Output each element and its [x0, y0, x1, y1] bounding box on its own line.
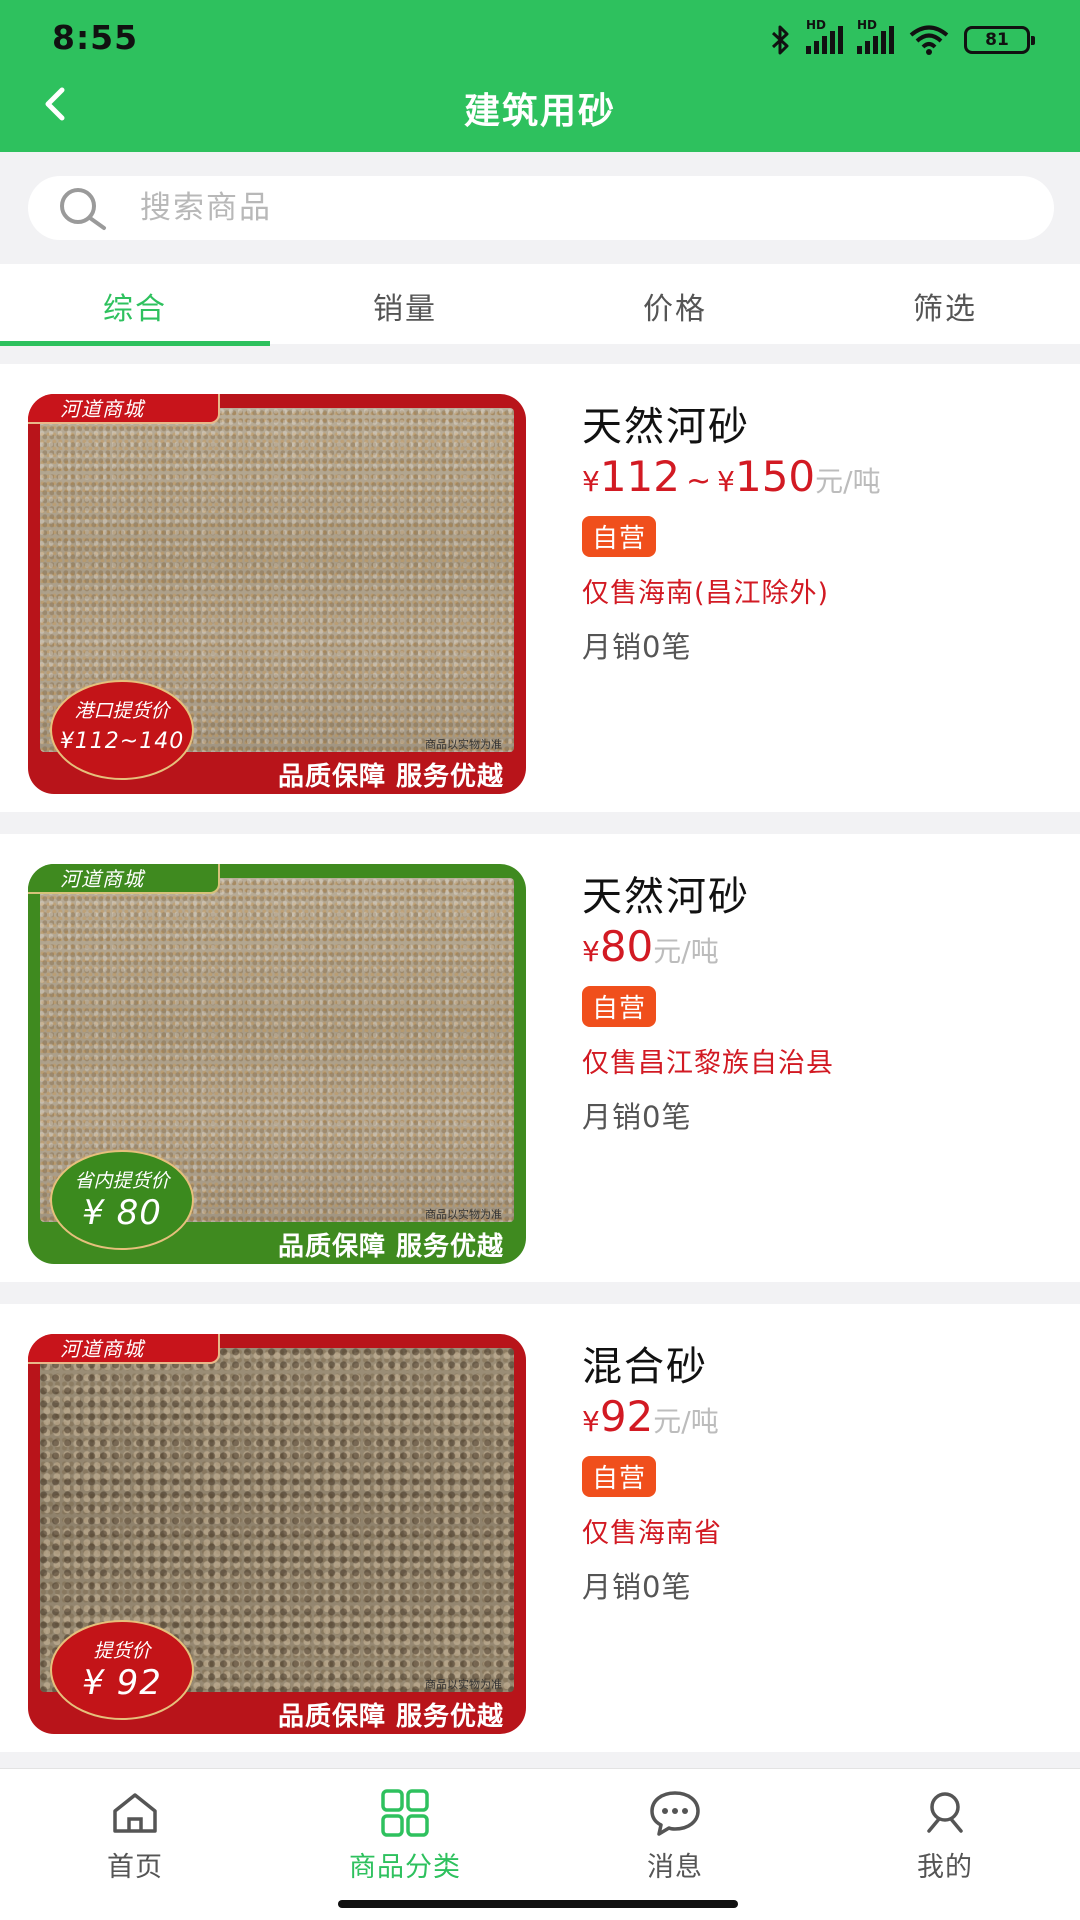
product-price: ¥80元/吨 [582, 922, 1052, 982]
image-slogan: 品质保障 服务优越 [277, 1232, 504, 1262]
sales-region: 仅售海南省 [582, 1518, 722, 1549]
nav-item-home[interactable]: 首页 [0, 1769, 270, 1920]
currency-symbol: ¥ [582, 465, 600, 498]
bluetooth-icon [771, 25, 789, 55]
image-note: 商品以实物为准 [425, 1678, 502, 1691]
tab-filter[interactable]: 筛选 [810, 264, 1080, 344]
hd-label: HD [806, 18, 827, 32]
tab-comprehensive[interactable]: 综合 [0, 264, 270, 346]
product-info: 混合砂 ¥92元/吨 自营 仅售海南省 月销0笔 [582, 1334, 1052, 1606]
badge-value: ¥ 80 [82, 1193, 162, 1233]
status-time: 8:55 [52, 18, 139, 57]
category-grid-icon [381, 1789, 429, 1837]
price-separator: ~ [686, 464, 712, 499]
product-price: ¥112 ~ ¥150元/吨 [582, 452, 1052, 512]
badge-label: 省内提货价 [74, 1170, 170, 1192]
image-slogan: 品质保障 服务优越 [277, 1702, 504, 1732]
search-input[interactable] [140, 176, 1020, 240]
battery-icon: 81 [964, 26, 1035, 54]
price-unit: 元/吨 [653, 1405, 719, 1438]
image-price-badge: 港口提货价 ¥112~140 [50, 680, 194, 780]
app-header: 8:55 HD HD 81 建筑用砂 [0, 0, 1080, 152]
user-icon [927, 1792, 963, 1833]
self-operated-badge: 自营 [582, 986, 657, 1027]
product-card[interactable]: 河道商城 港口提货价 ¥112~140 商品以实物为准 品质保障 服务优越 天然… [0, 364, 1080, 812]
shop-tag: 河道商城 [28, 394, 220, 424]
nav-label-home: 首页 [107, 1852, 163, 1883]
product-info: 天然河砂 ¥80元/吨 自营 仅售昌江黎族自治县 月销0笔 [582, 864, 1052, 1136]
self-operated-badge: 自营 [582, 1456, 657, 1497]
nav-item-profile[interactable]: 我的 [810, 1769, 1080, 1920]
home-icon [113, 1793, 157, 1833]
product-image[interactable]: 河道商城 港口提货价 ¥112~140 商品以实物为准 品质保障 服务优越 [28, 394, 526, 794]
badge-value: ¥112~140 [59, 729, 185, 754]
tab-price[interactable]: 价格 [540, 264, 810, 344]
currency-symbol: ¥ [582, 1405, 600, 1438]
price-high: 150 [734, 452, 816, 501]
status-icons: HD HD 81 [770, 18, 1035, 60]
sales-region: 仅售海南(昌江除外) [582, 578, 830, 609]
signal-icon-2: HD [857, 18, 894, 54]
hd-label-2: HD [857, 18, 878, 32]
status-bar: 8:55 HD HD 81 [0, 0, 1080, 78]
monthly-sales: 月销0笔 [582, 630, 692, 664]
bottom-nav: 首页 商品分类 消息 我的 [0, 1768, 1080, 1920]
page-title: 建筑用砂 [463, 91, 616, 132]
sales-region: 仅售昌江黎族自治县 [582, 1048, 834, 1079]
nav-label-profile: 我的 [917, 1852, 973, 1883]
product-card[interactable]: 河道商城 提货价 ¥ 92 商品以实物为准 品质保障 服务优越 混合砂 ¥92元… [0, 1304, 1080, 1752]
tab-sales[interactable]: 销量 [270, 264, 540, 344]
search-area [0, 152, 1080, 264]
signal-icon: HD [806, 18, 843, 54]
price-unit: 元/吨 [815, 465, 881, 498]
search-bar[interactable] [28, 176, 1054, 240]
badge-value: ¥ 92 [82, 1663, 162, 1703]
monthly-sales: 月销0笔 [582, 1570, 692, 1604]
product-price: ¥92元/吨 [582, 1392, 1052, 1452]
chat-bubble-icon [650, 1791, 700, 1836]
nav-item-category[interactable]: 商品分类 [270, 1769, 540, 1920]
image-price-badge: 提货价 ¥ 92 [50, 1620, 194, 1720]
image-slogan: 品质保障 服务优越 [277, 762, 504, 792]
product-name[interactable]: 天然河砂 [582, 394, 1052, 452]
price-value: 80 [599, 922, 654, 971]
product-name[interactable]: 天然河砂 [582, 864, 1052, 922]
badge-label: 港口提货价 [74, 700, 170, 722]
image-price-badge: 省内提货价 ¥ 80 [50, 1150, 194, 1250]
nav-label-category: 商品分类 [349, 1852, 461, 1883]
product-card[interactable]: 河道商城 省内提货价 ¥ 80 商品以实物为准 品质保障 服务优越 天然河砂 ¥… [0, 834, 1080, 1282]
battery-level: 81 [985, 30, 1009, 50]
home-indicator[interactable] [338, 1900, 738, 1908]
shop-tag: 河道商城 [28, 1334, 220, 1364]
monthly-sales: 月销0笔 [582, 1100, 692, 1134]
badge-label: 提货价 [93, 1640, 151, 1662]
nav-item-messages[interactable]: 消息 [540, 1769, 810, 1920]
search-icon [60, 188, 106, 230]
shop-tag: 河道商城 [28, 864, 220, 894]
product-image[interactable]: 河道商城 省内提货价 ¥ 80 商品以实物为准 品质保障 服务优越 [28, 864, 526, 1264]
product-info: 天然河砂 ¥112 ~ ¥150元/吨 自营 仅售海南(昌江除外) 月销0笔 [582, 394, 1052, 666]
currency-symbol: ¥ [582, 935, 600, 968]
product-name[interactable]: 混合砂 [582, 1334, 1052, 1392]
wifi-icon [909, 25, 949, 55]
image-note: 商品以实物为准 [425, 1208, 502, 1221]
product-image[interactable]: 河道商城 提货价 ¥ 92 商品以实物为准 品质保障 服务优越 [28, 1334, 526, 1734]
currency-symbol: ¥ [717, 465, 735, 498]
self-operated-badge: 自营 [582, 516, 657, 557]
image-note: 商品以实物为准 [425, 738, 502, 751]
price-low: 112 [599, 452, 680, 501]
price-unit: 元/吨 [653, 935, 719, 968]
price-value: 92 [599, 1392, 654, 1441]
sort-tabs: 综合 销量 价格 筛选 [0, 264, 1080, 346]
nav-label-messages: 消息 [647, 1852, 703, 1883]
